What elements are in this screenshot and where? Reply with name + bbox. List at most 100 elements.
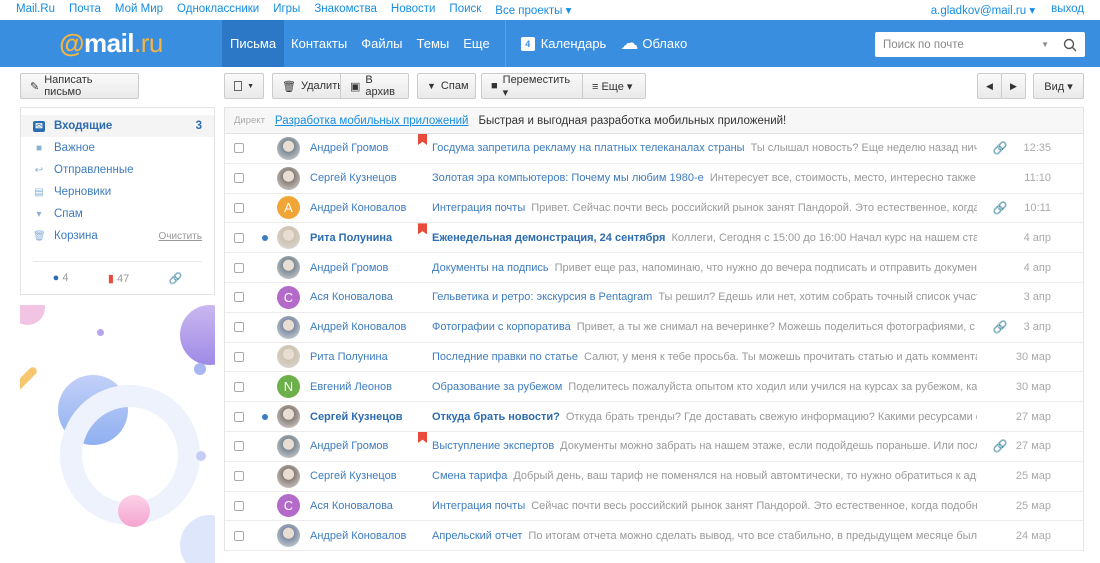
read-status[interactable] xyxy=(262,473,268,479)
message-row[interactable]: Андрей Громов Документы на подпись Привет … xyxy=(225,253,1083,283)
search-input[interactable] xyxy=(883,38,1042,51)
select-all-button[interactable]: ▼ xyxy=(224,73,264,99)
message-checkbox[interactable] xyxy=(234,500,244,511)
message-checkbox[interactable] xyxy=(234,411,244,422)
unread-dot-icon[interactable] xyxy=(262,413,268,420)
portal-link[interactable]: Все проекты ▾ xyxy=(495,3,571,17)
filter-flagged[interactable]: ▮ 47 xyxy=(108,272,129,285)
message-row[interactable]: Андрей Коновалов Фотографии с корпоратива… xyxy=(225,313,1083,343)
message-date: 3 апр xyxy=(1023,321,1051,334)
avatar xyxy=(277,315,300,339)
read-status[interactable] xyxy=(262,354,268,360)
user-menu[interactable]: a.gladkov@mail.ru ▾ xyxy=(931,3,1035,17)
folder-item[interactable]: 🗑 Корзина Очистить xyxy=(21,225,214,247)
message-row[interactable]: Рита Полунина Еженедельная демонстрация, … xyxy=(225,223,1083,254)
portal-link[interactable]: Поиск xyxy=(449,3,481,17)
nav-tab[interactable]: Темы xyxy=(410,20,457,67)
nav-tab[interactable]: Контакты xyxy=(284,20,354,67)
read-status[interactable] xyxy=(262,205,268,211)
portal-link[interactable]: Знакомства xyxy=(314,3,377,17)
folder-item[interactable]: ▾ Спам xyxy=(21,203,214,225)
message-checkbox[interactable] xyxy=(234,381,244,392)
portal-link[interactable]: Новости xyxy=(391,3,436,17)
message-checkbox[interactable] xyxy=(234,202,244,213)
message-snippet: Документы на подпись Привет еще раз, напо… xyxy=(422,262,977,274)
message-row[interactable]: C Ася Коновалова Интеграция почты Сейчас по… xyxy=(225,492,1083,522)
envelope-icon: ✉ xyxy=(33,120,45,132)
message-preview: Добрый день, ваш тариф не поменялся на н… xyxy=(513,470,977,483)
message-checkbox[interactable] xyxy=(234,232,244,243)
message-row[interactable]: N Евгений Леонов Образование за рубежом Под… xyxy=(225,372,1083,403)
portal-link[interactable]: Мой Мир xyxy=(115,3,163,17)
message-checkbox[interactable] xyxy=(234,143,244,154)
portal-link[interactable]: Одноклассники xyxy=(177,3,259,17)
read-status[interactable] xyxy=(262,324,268,330)
message-row[interactable]: Сергей Кузнецов Золотая эра компьютеров: … xyxy=(225,164,1083,194)
folder-item[interactable]: ▤ Черновики xyxy=(21,181,214,203)
compose-button[interactable]: ✎ Написать письмо xyxy=(20,73,139,99)
message-checkbox[interactable] xyxy=(234,173,244,184)
archive-button[interactable]: ▣ В архив xyxy=(340,73,409,99)
message-row[interactable]: Андрей Громов Госдума запретила рекламу н… xyxy=(225,134,1083,164)
message-preview: Документы можно забрать на нашем этаже, … xyxy=(560,440,977,453)
nav-tab[interactable]: Письма xyxy=(222,20,285,67)
message-row[interactable]: Андрей Громов Выступление экспертов Докуме… xyxy=(225,431,1083,462)
next-page-button[interactable]: ▶ xyxy=(1001,73,1026,99)
filter-attachments[interactable]: 🔗 xyxy=(169,272,183,285)
read-status[interactable] xyxy=(262,384,268,390)
more-button[interactable]: ≡ Еще ▾ xyxy=(582,73,646,99)
paperclip-icon: 🔗 xyxy=(992,320,1008,335)
message-checkbox[interactable] xyxy=(234,471,244,482)
sender-name: Сергей Кузнецов xyxy=(310,470,397,483)
logout-link[interactable]: выход xyxy=(1051,3,1084,17)
nav-tab[interactable]: Файлы xyxy=(354,20,409,67)
search-icon[interactable] xyxy=(1063,38,1077,52)
ad-link[interactable]: Разработка мобильных приложений xyxy=(275,115,469,127)
read-status[interactable] xyxy=(262,265,268,271)
folder-icon: ■ xyxy=(35,142,43,154)
message-row[interactable]: A Андрей Коновалов Интеграция почты Привет.… xyxy=(225,194,1083,224)
message-checkbox[interactable] xyxy=(234,262,244,273)
read-status[interactable] xyxy=(262,443,268,449)
nav-tab[interactable]: Еще xyxy=(456,20,496,67)
message-checkbox[interactable] xyxy=(234,441,244,452)
unread-dot-icon[interactable] xyxy=(262,234,268,241)
message-row[interactable]: Андрей Коновалов Апрельский отчет По итога… xyxy=(225,521,1083,552)
prev-page-button[interactable]: ◀ xyxy=(977,73,1002,99)
logo[interactable]: @mail.ru xyxy=(0,28,222,59)
message-row[interactable]: Рита Полунина Последние правки по статье С… xyxy=(225,343,1083,373)
portal-link[interactable]: Mail.Ru xyxy=(16,3,55,17)
nav-calendar[interactable]: 4 Календарь xyxy=(514,20,614,67)
move-button[interactable]: ■ Переместить ▾ xyxy=(481,73,583,99)
folder-item[interactable]: ✉ Входящие 3 xyxy=(21,115,214,137)
delete-button[interactable]: 🗑 Удалить xyxy=(272,73,343,99)
message-checkbox[interactable] xyxy=(234,292,244,303)
message-row[interactable]: C Ася Коновалова Гельветика и ретро: экску… xyxy=(225,283,1083,313)
read-status[interactable] xyxy=(262,175,268,181)
message-subject: Откуда брать новости? xyxy=(432,410,560,423)
read-status[interactable] xyxy=(262,145,268,151)
folder-item[interactable]: ↩ Отправленные xyxy=(21,159,214,181)
message-row[interactable]: Сергей Кузнецов Откуда брать новости? Отку… xyxy=(225,402,1083,432)
empty-trash-link[interactable]: Очистить xyxy=(158,231,202,242)
thumbs-down-icon: ▾ xyxy=(36,208,42,220)
filter-unread[interactable]: ● 4 xyxy=(53,272,69,285)
message-checkbox[interactable] xyxy=(234,351,244,362)
portal-link[interactable]: Почта xyxy=(69,3,101,17)
message-checkbox[interactable] xyxy=(234,322,244,333)
message-snippet: Еженедельная демонстрация, 24 сентября Ко… xyxy=(422,232,977,244)
folder-icon: ■ xyxy=(491,80,498,92)
folder-label: Черновики xyxy=(54,186,112,198)
folder-item[interactable]: ■ Важное xyxy=(21,137,214,159)
message-checkbox[interactable] xyxy=(234,530,244,541)
spam-button[interactable]: ▼ Спам xyxy=(417,73,476,99)
portal-link[interactable]: Игры xyxy=(273,3,300,17)
read-status[interactable] xyxy=(262,294,268,300)
read-status[interactable] xyxy=(262,503,268,509)
message-preview: Ты слышал новость? Еще неделю назад ниче… xyxy=(750,142,977,155)
search-options-icon[interactable]: ▼ xyxy=(1041,40,1049,49)
message-row[interactable]: Сергей Кузнецов Смена тарифа Добрый день, … xyxy=(225,462,1083,492)
view-button[interactable]: Вид ▾ xyxy=(1033,73,1084,99)
read-status[interactable] xyxy=(262,533,268,539)
nav-cloud[interactable]: ☁ Облако xyxy=(613,20,694,67)
